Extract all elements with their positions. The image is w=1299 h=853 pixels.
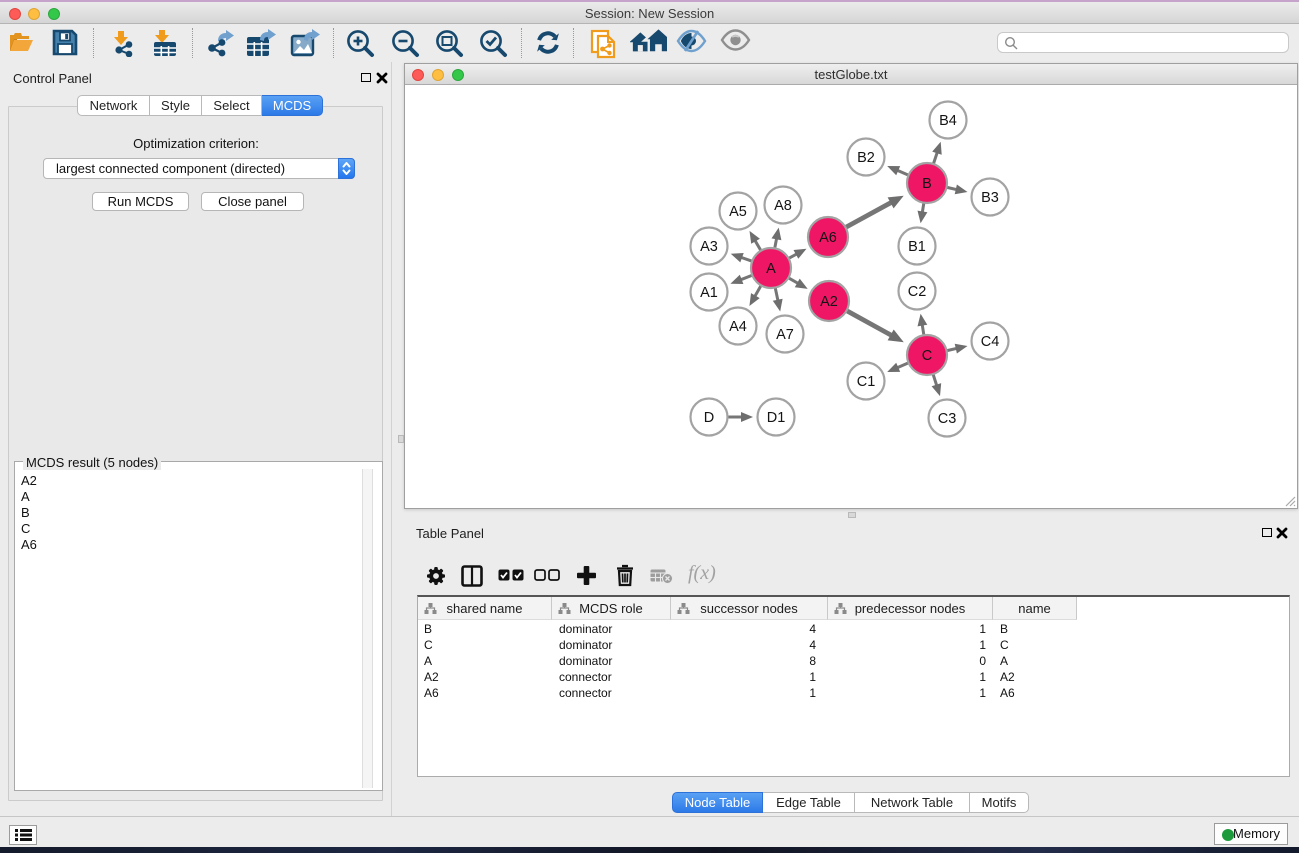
svg-text:A1: A1 (700, 285, 718, 301)
svg-text:C2: C2 (908, 284, 927, 300)
svg-text:D: D (704, 410, 714, 426)
svg-text:A3: A3 (700, 239, 718, 255)
svg-text:A5: A5 (729, 204, 747, 220)
svg-text:B3: B3 (981, 190, 999, 206)
svg-text:B1: B1 (908, 239, 926, 255)
svg-text:A: A (766, 261, 776, 277)
svg-text:A4: A4 (729, 319, 747, 335)
svg-text:A8: A8 (774, 198, 792, 214)
svg-text:C: C (922, 348, 932, 364)
svg-text:A6: A6 (819, 230, 837, 246)
svg-text:A7: A7 (776, 327, 794, 343)
svg-text:A2: A2 (820, 294, 838, 310)
svg-text:B2: B2 (857, 150, 875, 166)
svg-text:C3: C3 (938, 411, 957, 427)
svg-text:C1: C1 (857, 374, 876, 390)
svg-text:B4: B4 (939, 113, 957, 129)
svg-text:D1: D1 (767, 410, 786, 426)
svg-text:B: B (922, 176, 932, 192)
svg-text:C4: C4 (981, 334, 1000, 350)
